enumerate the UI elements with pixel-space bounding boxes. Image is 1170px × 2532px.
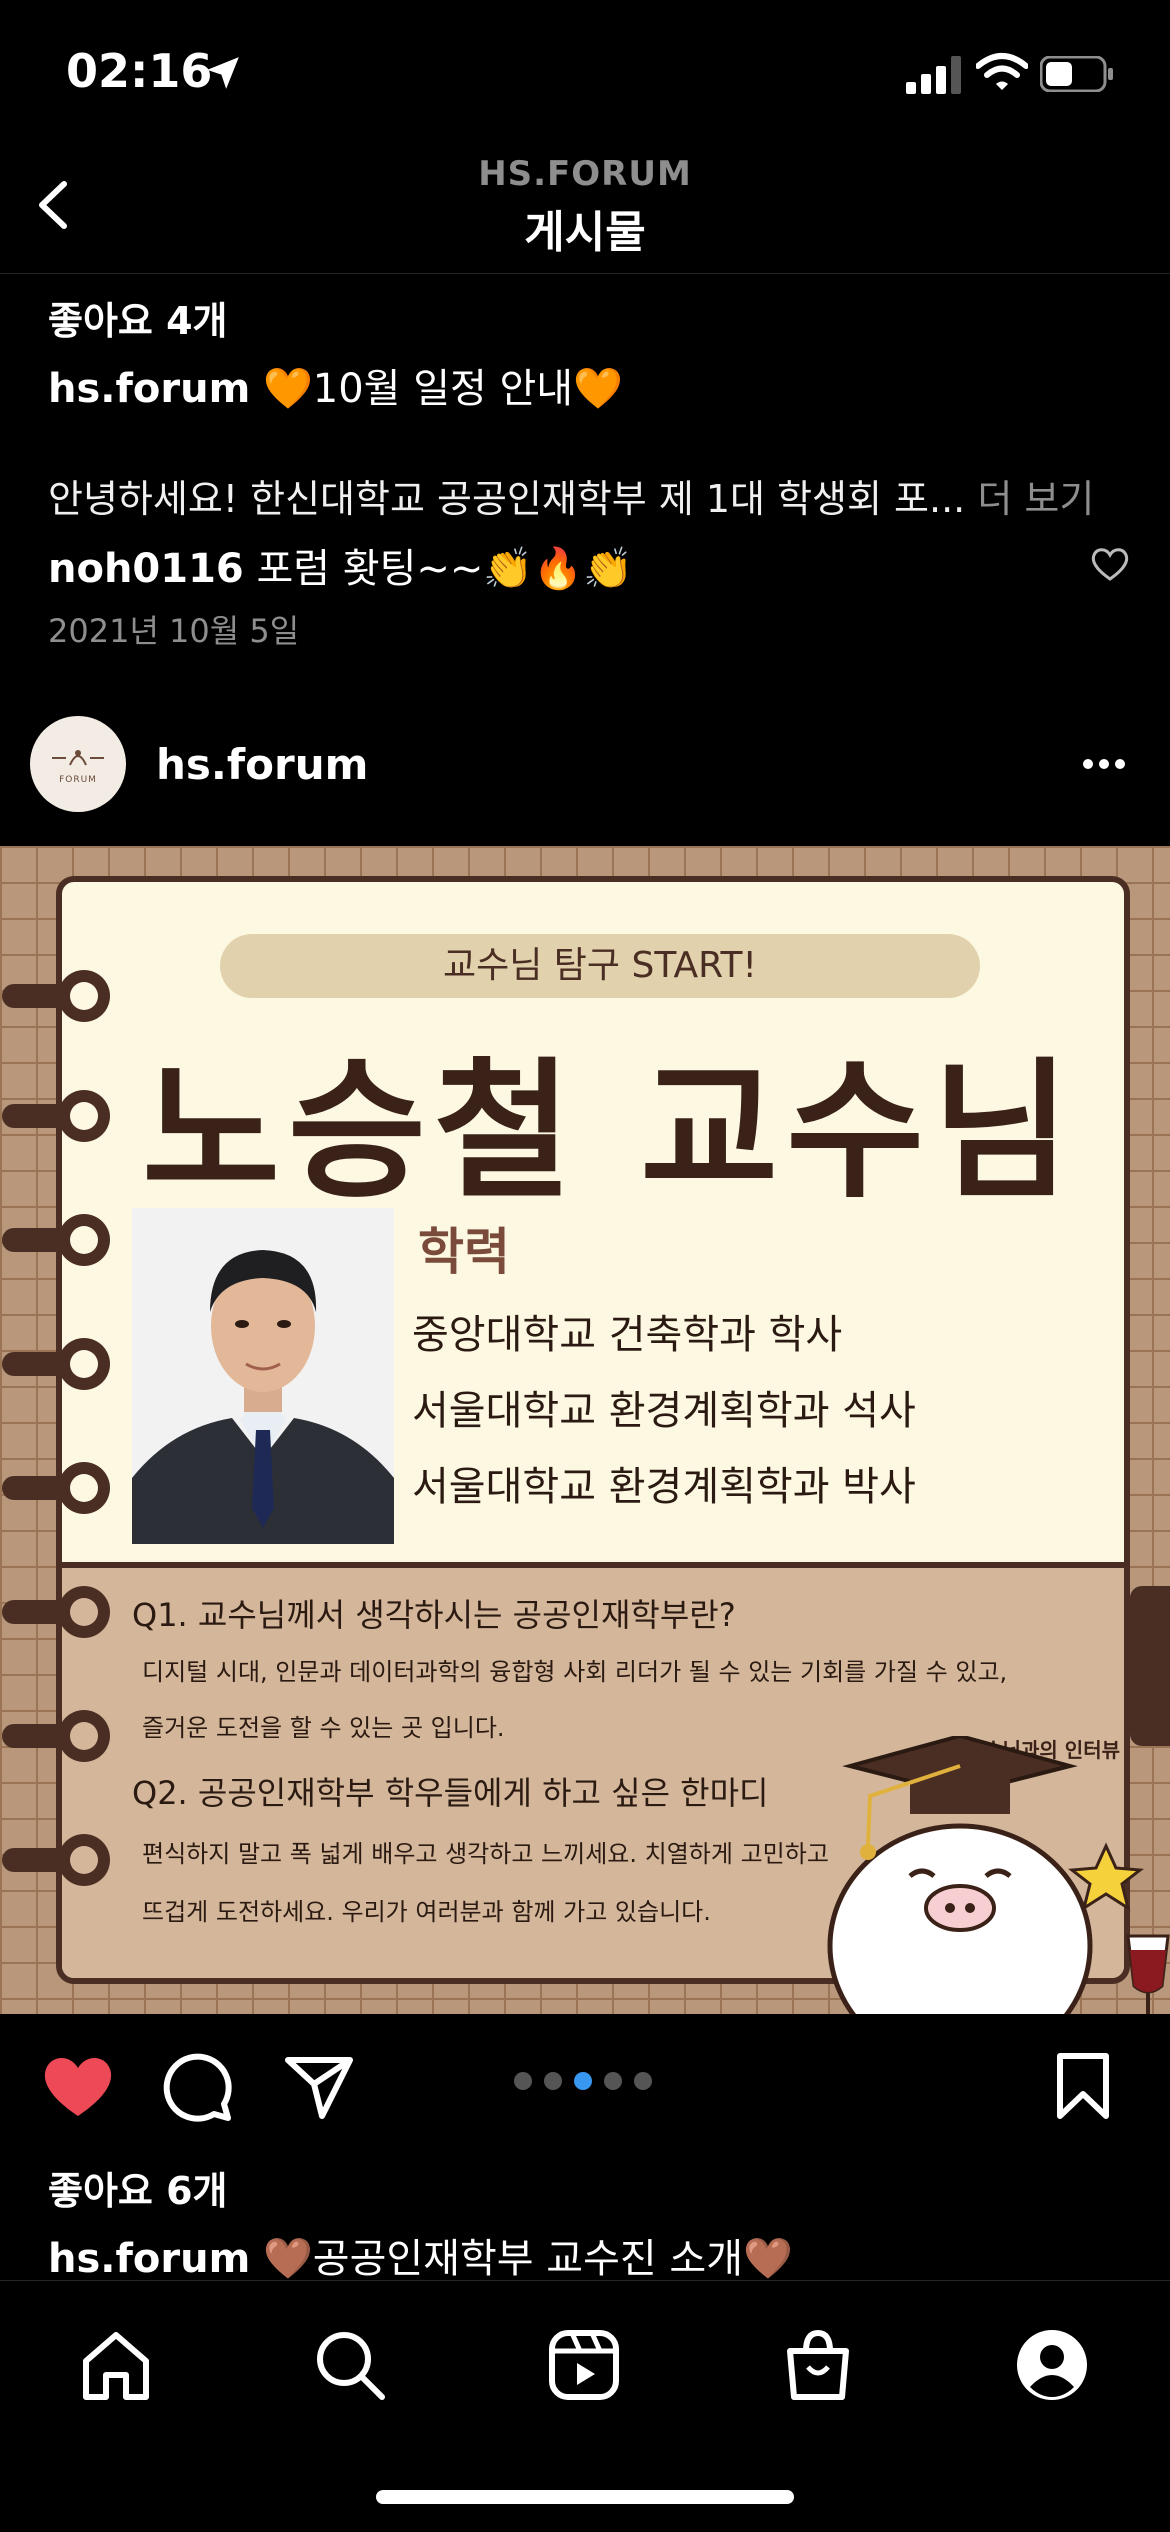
avatar[interactable]: FORUM: [30, 716, 126, 812]
prev-caption-text: 10월 일정 안내: [312, 366, 574, 412]
carousel-dot: [604, 2072, 622, 2090]
spiral-ring-icon: [2, 1834, 110, 1886]
question-1-body: 디지털 시대, 인문과 데이터과학의 융합형 사회 리더가 될 수 있는 기회를…: [142, 1658, 1008, 1686]
comment-like-icon[interactable]: [1090, 546, 1130, 582]
professor-photo: [132, 1208, 394, 1544]
share-icon[interactable]: [284, 2054, 354, 2120]
pig-mascot-icon: [827, 1736, 1170, 2014]
profile-icon[interactable]: [1014, 2327, 1090, 2403]
education-item: 서울대학교 환경계획학과 박사: [412, 1464, 916, 1510]
caption-text: 공공인재학부 교수진 소개: [312, 2236, 744, 2282]
education-item: 서울대학교 환경계획학과 석사: [412, 1388, 916, 1434]
prev-post-date: 2021년 10월 5일: [48, 612, 300, 650]
caption-username[interactable]: hs.forum: [48, 2236, 250, 2282]
question-2-body: 편식하지 말고 폭 넓게 배우고 생각하고 느끼세요. 치열하게 고민하고: [142, 1840, 829, 1868]
search-icon[interactable]: [312, 2327, 388, 2403]
prev-caption: hs.forum 🧡10월 일정 안내🧡: [48, 356, 623, 414]
carousel-dot: [514, 2072, 532, 2090]
question-2-body: 뜨겁게 도전하세요. 우리가 여러분과 함께 가고 있습니다.: [142, 1898, 711, 1926]
forum-logo-icon: [52, 750, 104, 766]
post-username[interactable]: hs.forum: [156, 740, 368, 789]
cellular-signal-icon: [906, 56, 961, 94]
likes-count[interactable]: 좋아요 6개: [48, 2160, 228, 2215]
home-icon[interactable]: [78, 2327, 154, 2403]
reels-icon[interactable]: [546, 2327, 622, 2403]
like-filled-icon[interactable]: [40, 2052, 116, 2120]
shop-icon[interactable]: [780, 2327, 856, 2403]
page-title: 게시물: [524, 207, 646, 258]
spiral-ring-icon: [2, 1090, 110, 1142]
carousel-indicator: [514, 2072, 652, 2090]
battery-icon: [1040, 56, 1113, 92]
spiral-ring-icon: [2, 970, 110, 1022]
location-arrow-icon: [207, 57, 239, 89]
education-item: 중앙대학교 건축학과 학사: [412, 1312, 843, 1358]
status-bar: 02:16: [0, 0, 1170, 150]
spiral-ring-icon: [2, 1338, 110, 1390]
spiral-ring-icon: [2, 1462, 110, 1514]
header-account: HS.FORUM: [478, 154, 692, 194]
carousel-dot-active: [574, 2072, 592, 2090]
wifi-icon: [976, 53, 1028, 90]
spiral-ring-icon: [2, 1586, 110, 1638]
side-tab: [1130, 1586, 1170, 1746]
prev-body-text: 안녕하세요! 한신대학교 공공인재학부 제 1대 학생회 포...: [48, 477, 966, 521]
spiral-ring-icon: [2, 1214, 110, 1266]
brown-heart-emoji: 🤎: [262, 2236, 313, 2282]
status-time: 02:16: [66, 44, 213, 98]
home-indicator[interactable]: [376, 2490, 794, 2504]
prev-body: 안녕하세요! 한신대학교 공공인재학부 제 1대 학생회 포... 더 보기: [48, 468, 1094, 523]
nav-header: HS.FORUM 게시물: [0, 150, 1170, 274]
comment-text: 포럼 홧팅~~👏🔥👏: [256, 546, 633, 592]
more-options-icon[interactable]: [1080, 756, 1128, 772]
post-caption: hs.forum 🤎공공인재학부 교수진 소개🤎: [48, 2226, 793, 2284]
image-pill-label: 교수님 탐구 START!: [220, 934, 980, 998]
post-image[interactable]: 교수님 탐구 START! 노승철 교수님 학력 중앙대학교 건축학과 학사 서…: [0, 846, 1170, 2014]
question-1-title: Q1. 교수님께서 생각하시는 공공인재학부란?: [132, 1596, 736, 1634]
carousel-dot: [634, 2072, 652, 2090]
comment-username[interactable]: noh0116: [48, 546, 244, 592]
more-link[interactable]: 더 보기: [977, 477, 1094, 521]
education-label: 학력: [418, 1223, 510, 1281]
carousel-dot: [544, 2072, 562, 2090]
image-title: 노승철 교수님: [142, 1045, 1079, 1219]
spiral-ring-icon: [2, 1710, 110, 1762]
comment: noh0116 포럼 홧팅~~👏🔥👏: [48, 536, 633, 594]
brown-heart-emoji: 🤎: [743, 2236, 793, 2282]
bookmark-icon[interactable]: [1054, 2052, 1112, 2122]
avatar-logo-text: FORUM: [59, 775, 97, 785]
question-1-body: 즐거운 도전을 할 수 있는 곳 입니다.: [142, 1714, 505, 1742]
prev-caption-username[interactable]: hs.forum: [48, 366, 250, 412]
portrait-image: [132, 1208, 394, 1544]
orange-heart-emoji: 🧡: [262, 366, 313, 412]
orange-heart-emoji: 🧡: [573, 366, 623, 412]
question-2-title: Q2. 공공인재학부 학우들에게 하고 싶은 한마디: [132, 1774, 769, 1812]
prev-likes-count[interactable]: 좋아요 4개: [48, 290, 228, 345]
comment-icon[interactable]: [162, 2052, 234, 2124]
